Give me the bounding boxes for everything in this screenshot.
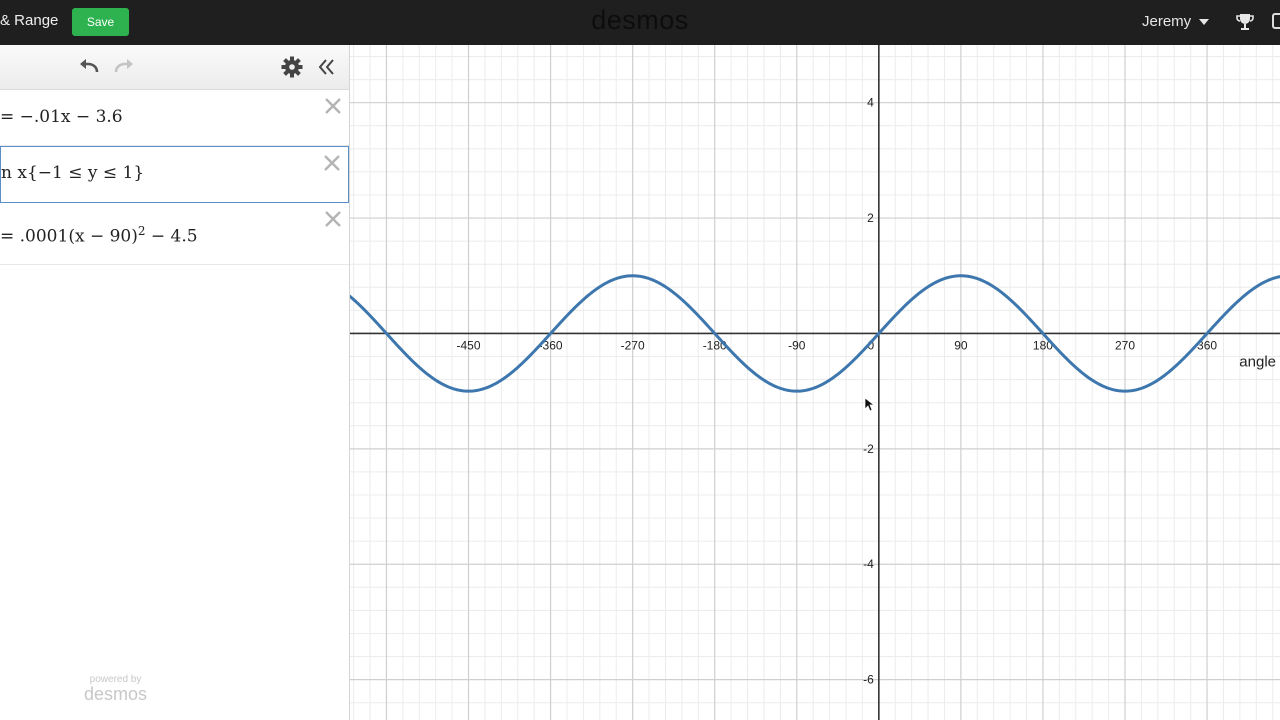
y-tick-label: -6 bbox=[863, 673, 874, 687]
user-name: Jeremy bbox=[1142, 13, 1192, 30]
close-icon[interactable] bbox=[323, 209, 343, 229]
x-tick-label: -450 bbox=[457, 338, 481, 352]
x-tick-label: 90 bbox=[954, 338, 968, 352]
mouse-cursor-icon bbox=[864, 397, 876, 412]
redo-icon[interactable] bbox=[112, 55, 136, 79]
expression-row[interactable]: n x{−1 ≤ y ≤ 1} bbox=[0, 146, 349, 203]
y-tick-label: -4 bbox=[863, 557, 874, 571]
y-tick-label: 4 bbox=[867, 96, 874, 110]
expression-tail: − 4.5 bbox=[145, 226, 198, 247]
close-icon[interactable] bbox=[323, 96, 343, 116]
expression-list: = −.01x − 3.6 n x{−1 ≤ y ≤ 1} = .0001(x … bbox=[0, 45, 350, 720]
x-tick-label: 270 bbox=[1115, 338, 1135, 352]
x-tick-label: -180 bbox=[703, 338, 727, 352]
undo-icon[interactable] bbox=[77, 55, 101, 79]
y-tick-label: -2 bbox=[863, 442, 874, 456]
x-tick-label: -90 bbox=[788, 338, 806, 352]
close-icon[interactable] bbox=[322, 153, 342, 173]
x-axis-label: angle bbox=[1239, 353, 1276, 370]
trophy-icon[interactable] bbox=[1235, 12, 1255, 32]
expression-row[interactable]: = .0001(x − 90)2 − 4.5 bbox=[0, 203, 349, 265]
x-tick-label: -270 bbox=[621, 338, 645, 352]
expression-toolbar bbox=[0, 45, 349, 90]
expression-exponent: 2 bbox=[137, 224, 146, 238]
expression-row[interactable]: = −.01x − 3.6 bbox=[0, 90, 349, 146]
y-tick-label: 2 bbox=[867, 211, 874, 225]
axes bbox=[350, 45, 1280, 720]
expression-text[interactable]: = .0001(x − 90)2 − 4.5 bbox=[0, 224, 198, 247]
chevron-down-icon bbox=[1199, 19, 1210, 26]
powered-by-desmos[interactable]: powered by desmos bbox=[84, 674, 147, 703]
minor-gridlines bbox=[350, 45, 1280, 720]
desmos-logo: desmos bbox=[591, 5, 689, 35]
user-menu[interactable]: Jeremy bbox=[1142, 13, 1210, 30]
graph-canvas[interactable]: -450 -360 -270 -180 -90 0 90 180 270 36042-2-4-6a… bbox=[350, 45, 1280, 720]
expression-main: = .0001(x − 90) bbox=[0, 226, 138, 247]
powered-by-logo: desmos bbox=[84, 684, 148, 704]
collapse-panel-icon[interactable] bbox=[315, 55, 339, 79]
gear-icon[interactable] bbox=[280, 55, 304, 79]
expression-text[interactable]: = −.01x − 3.6 bbox=[0, 107, 123, 127]
tick-labels: -450 -360 -270 -180 -90 0 90 180 270 36042-2-4-6a… bbox=[457, 96, 1276, 687]
expression-text[interactable]: n x{−1 ≤ y ≤ 1} bbox=[1, 163, 144, 183]
top-bar: & Range Save desmos Jeremy bbox=[0, 0, 1280, 45]
major-gridlines bbox=[350, 45, 1280, 720]
share-icon[interactable] bbox=[1272, 13, 1280, 29]
